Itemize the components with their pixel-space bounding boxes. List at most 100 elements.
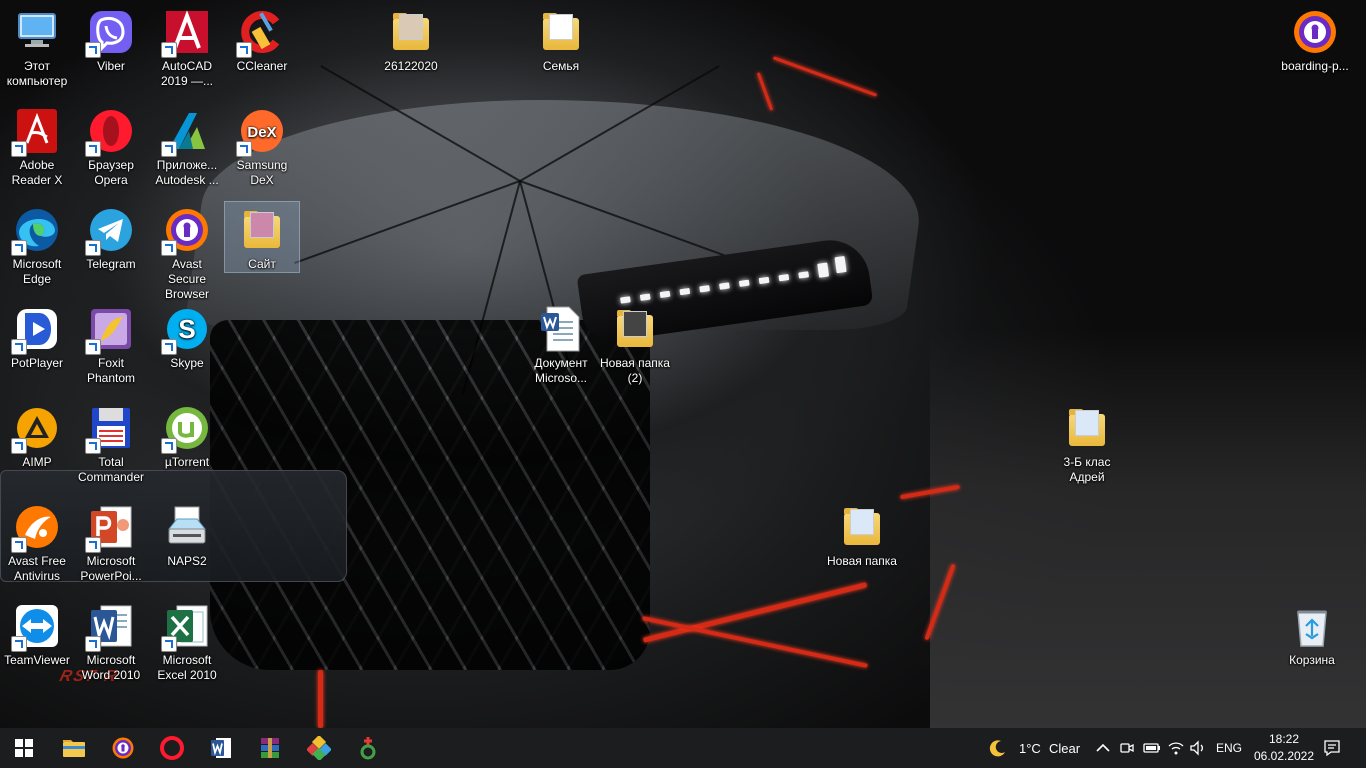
icon-label: Microsoft PowerPoi... — [80, 554, 142, 583]
folder-shape — [244, 211, 280, 248]
folder-new-2-item[interactable]: Новая папка (2) — [598, 301, 672, 386]
folder-icon — [537, 8, 585, 56]
winrar-taskbar-button[interactable] — [246, 728, 294, 768]
icon-label: Сайт — [248, 257, 276, 271]
wallpaper-red-accent — [642, 616, 868, 668]
word-icon — [85, 602, 135, 652]
shortcut-arrow-icon — [161, 339, 177, 355]
headlight-led — [659, 290, 671, 299]
chevron-up-icon[interactable] — [1093, 738, 1113, 758]
icon-label: Foxit Phantom — [86, 356, 136, 385]
folder-new-item[interactable]: Новая папка — [824, 499, 900, 569]
clock[interactable]: 18:22 06.02.2022 — [1248, 731, 1320, 765]
word-doc-item[interactable]: Документ Microso... — [524, 301, 598, 386]
shortcut-arrow-icon — [85, 339, 101, 355]
word-icon — [211, 738, 231, 758]
utorrent-icon — [161, 404, 211, 454]
folder-semya-item[interactable]: Семья — [524, 4, 598, 74]
language-indicator[interactable]: ENG — [1216, 741, 1242, 755]
headlight-led — [639, 293, 651, 301]
folder-icon — [238, 206, 286, 254]
utorrent-item[interactable]: µTorrent — [150, 400, 224, 470]
edge-item[interactable]: Microsoft Edge — [0, 202, 74, 287]
potplayer-item[interactable]: PotPlayer — [0, 301, 74, 371]
aimp-item[interactable]: AIMP — [0, 400, 74, 470]
start-button[interactable] — [0, 728, 48, 768]
samsung-dex-item[interactable]: DeX Samsung DeX — [225, 103, 299, 188]
autodesk-app-item[interactable]: Приложе... Autodesk ... — [150, 103, 224, 188]
volume-icon[interactable] — [1188, 738, 1208, 758]
adobe-reader-item[interactable]: Adobe Reader X — [0, 103, 74, 188]
shortcut-arrow-icon — [11, 141, 27, 157]
icon-label: Документ Microso... — [534, 356, 588, 385]
wallpaper-red-accent — [772, 56, 878, 97]
teamviewer-item[interactable]: TeamViewer — [0, 598, 74, 668]
app-icon-2 — [360, 737, 376, 760]
shortcut-arrow-icon — [161, 240, 177, 256]
total-commander-item[interactable]: Total Commander — [74, 400, 148, 485]
weather-temperature[interactable]: 1°C — [1019, 741, 1041, 756]
boarding-item[interactable]: boarding-p... — [1274, 4, 1356, 74]
telegram-item[interactable]: Telegram — [74, 202, 148, 272]
naps2-item[interactable]: NAPS2 — [150, 499, 224, 569]
headlight-led — [834, 256, 847, 274]
word-2010-item[interactable]: Microsoft Word 2010 — [74, 598, 148, 683]
file-explorer-icon — [63, 740, 85, 757]
avast-antivirus-item[interactable]: Avast Free Antivirus — [0, 499, 74, 584]
avast-browser-item[interactable]: Avast Secure Browser — [150, 202, 224, 302]
icon-label: Семья — [542, 59, 580, 73]
avast-browser-taskbar-button[interactable] — [99, 728, 147, 768]
shortcut-arrow-icon — [161, 42, 177, 58]
battery-icon[interactable] — [1142, 738, 1162, 758]
word-taskbar-button[interactable] — [197, 728, 245, 768]
wifi-icon[interactable] — [1166, 738, 1186, 758]
app-taskbar-button[interactable] — [295, 728, 343, 768]
foxit-icon — [85, 305, 135, 355]
ccleaner-item[interactable]: CCleaner — [225, 4, 299, 74]
icon-label: Viber — [97, 59, 125, 73]
excel-2010-item[interactable]: Microsoft Excel 2010 — [150, 598, 224, 683]
icon-label: CCleaner — [236, 59, 288, 73]
icon-label: TeamViewer — [4, 653, 70, 667]
opera-icon — [160, 736, 184, 760]
weather-condition[interactable]: Clear — [1049, 741, 1080, 756]
shortcut-arrow-icon — [85, 636, 101, 652]
autocad-icon — [161, 8, 211, 58]
autocad-item[interactable]: AutoCAD 2019 —... — [150, 4, 224, 89]
winrar-icon — [261, 738, 279, 758]
folder-sayt-item[interactable]: Сайт — [224, 201, 300, 273]
shortcut-arrow-icon — [85, 537, 101, 553]
viber-item[interactable]: Viber — [74, 4, 148, 74]
meet-now-icon[interactable] — [1117, 738, 1137, 758]
icon-label: PotPlayer — [10, 356, 64, 370]
file-explorer-button[interactable] — [50, 728, 98, 768]
svg-text:S: S — [178, 314, 195, 344]
shortcut-arrow-icon — [161, 636, 177, 652]
notification-icon[interactable] — [1322, 738, 1342, 758]
shortcut-arrow-icon — [11, 240, 27, 256]
avast-antivirus-icon — [11, 503, 61, 553]
headlight-led — [758, 276, 770, 285]
icon-label: Adobe Reader X — [11, 158, 63, 187]
skype-item[interactable]: S Skype — [150, 301, 224, 371]
app-taskbar-button-2[interactable] — [344, 728, 392, 768]
this-pc-icon-item[interactable]: Этот компьютер — [0, 4, 74, 89]
folder-3b-item[interactable]: 3-Б клас Адрей — [1050, 400, 1124, 485]
opera-item[interactable]: Браузер Opera — [74, 103, 148, 188]
powerpoint-item[interactable]: Microsoft PowerPoi... — [74, 499, 148, 584]
shortcut-arrow-icon — [85, 240, 101, 256]
foxit-item[interactable]: Foxit Phantom — [74, 301, 148, 386]
weather-moon-icon[interactable] — [988, 738, 1008, 758]
clock-time: 18:22 — [1268, 732, 1300, 746]
floppy-disk-icon — [85, 404, 135, 454]
recycle-bin-item[interactable]: Корзина — [1274, 598, 1350, 668]
excel-icon — [161, 602, 211, 652]
icon-label: Этот компьютер — [6, 59, 68, 88]
icon-label: AutoCAD 2019 —... — [160, 59, 214, 88]
opera-taskbar-button[interactable] — [148, 728, 196, 768]
icon-label: µTorrent — [164, 455, 210, 469]
folder-shape — [543, 13, 579, 50]
shortcut-arrow-icon — [85, 42, 101, 58]
folder-26122020-item[interactable]: 26122020 — [374, 4, 448, 74]
samsung-dex-icon: DeX — [236, 107, 286, 157]
